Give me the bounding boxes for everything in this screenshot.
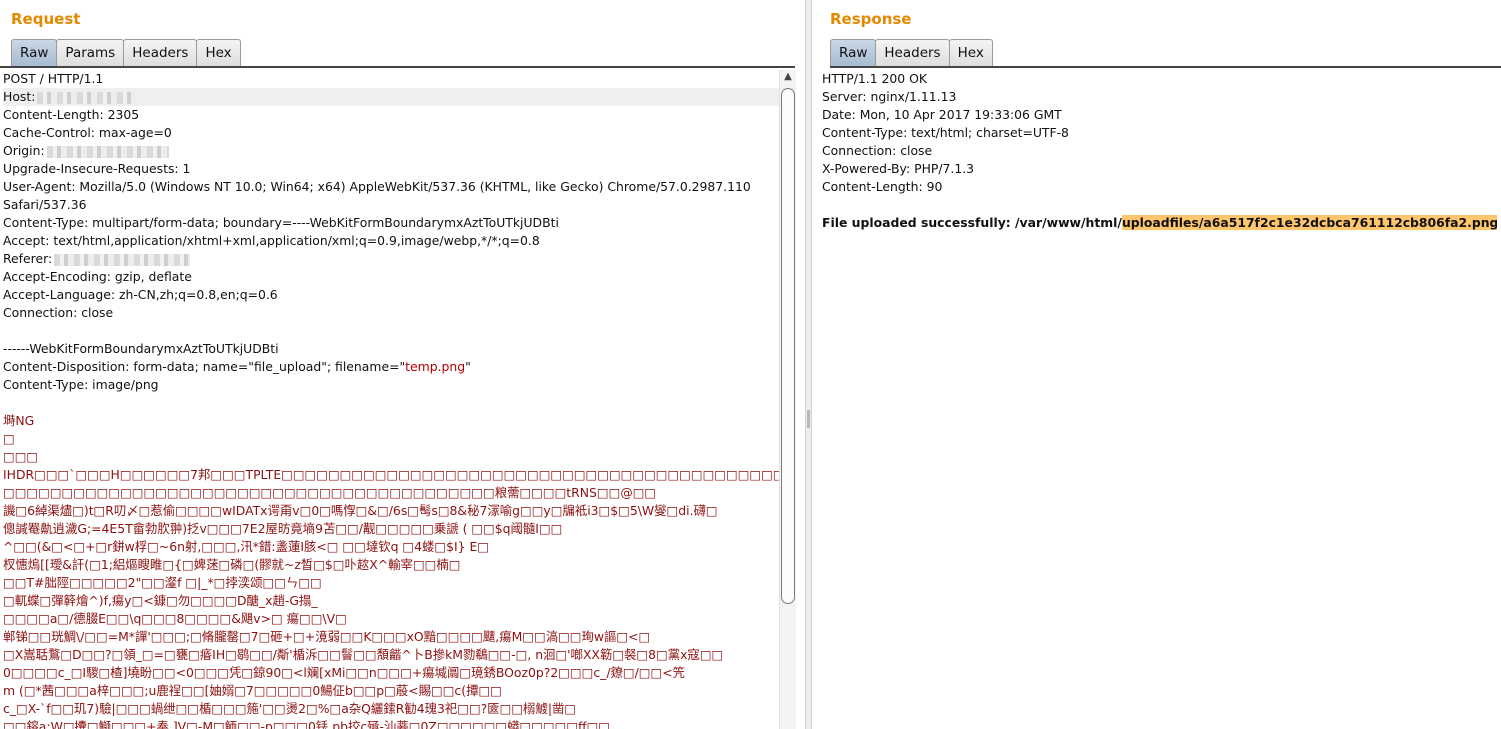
response-pane: Response Raw Headers Hex HTTP/1.1 200 OK… bbox=[812, 0, 1501, 729]
part-content-type-header: Content-Type: image/png bbox=[3, 377, 159, 392]
response-title: Response bbox=[830, 10, 912, 28]
upload-filename: temp.png bbox=[405, 359, 466, 374]
binary-line: □□□□a□/德腏E□□\q□□□8□□□□&飓v>□ 瘍□□\V□ bbox=[3, 611, 347, 626]
referer-header: Referer: bbox=[3, 250, 779, 268]
binary-line: □ bbox=[3, 431, 15, 446]
binary-line: □□T#胐陘□□□□□2"□□瀣f □|_*□挬湙颂□□ㄣ□□ bbox=[3, 575, 322, 590]
request-vertical-scrollbar[interactable]: ▲ bbox=[779, 70, 796, 729]
redacted-host bbox=[37, 91, 136, 104]
host-label: Host: bbox=[3, 89, 36, 104]
request-pane: Request Raw Params Headers Hex POST / HT… bbox=[0, 0, 805, 729]
pane-splitter[interactable] bbox=[805, 0, 812, 729]
binary-line: □□鎔a;W□攮□鰤□□□+奏.]V□-M□鲕□□-p□□□0铥.pb挍c殛-汕… bbox=[3, 719, 610, 729]
binary-line: □X嵩聒鶩□D□□?□領_□=□甕□痻IH□鹖□□/斴'楯泝□□鬙□□頽龤^卜B… bbox=[3, 647, 724, 662]
multipart-boundary: ------WebKitFormBoundarymxAztToUTkjUDBti bbox=[3, 341, 279, 356]
accept-encoding-header: Accept-Encoding: gzip, deflate bbox=[3, 269, 192, 284]
user-agent-continuation: Safari/537.36 bbox=[3, 197, 87, 212]
request-tab-params[interactable]: Params bbox=[56, 39, 125, 66]
connection-header: Connection: close bbox=[3, 305, 114, 320]
content-type-header: Content-Type: multipart/form-data; bound… bbox=[3, 215, 559, 230]
date-header: Date: Mon, 10 Apr 2017 19:33:06 GMT bbox=[822, 107, 1062, 122]
binary-line: □□□ bbox=[3, 449, 39, 464]
response-tab-headers[interactable]: Headers bbox=[875, 39, 950, 66]
request-raw-editor[interactable]: POST / HTTP/1.1 Host: Content-Length: 23… bbox=[3, 70, 779, 729]
response-tabs: Raw Headers Hex bbox=[830, 39, 993, 67]
response-tab-hex[interactable]: Hex bbox=[948, 39, 993, 66]
upload-result-prefix: File uploaded successfully: /var/www/htm… bbox=[822, 215, 1122, 230]
png-binary-body: 塒NG □ □□□ IHDR□□□`□□□H□□□□□□7邦□□□TPLTE□□□□□… bbox=[3, 412, 779, 729]
x-powered-by-header: X-Powered-By: PHP/7.1.3 bbox=[822, 161, 975, 176]
response-connection-header: Connection: close bbox=[822, 143, 933, 158]
request-title: Request bbox=[11, 10, 81, 28]
request-tab-headers[interactable]: Headers bbox=[123, 39, 198, 66]
binary-line: c_□X-`f□□玑7)驗|□□□蝸绁□□楯□□□箷'□□燙2□%□a杂Q纚鎍R… bbox=[3, 701, 577, 716]
status-line: HTTP/1.1 200 OK bbox=[822, 71, 927, 86]
host-header: Host: bbox=[3, 88, 779, 106]
disposition-prefix: Content-Disposition: form-data; name="fi… bbox=[3, 359, 406, 374]
user-agent-header: User-Agent: Mozilla/5.0 (Windows NT 10.0… bbox=[3, 179, 751, 194]
response-content-length-header: Content-Length: 90 bbox=[822, 179, 943, 194]
response-tab-divider bbox=[830, 66, 1501, 68]
origin-header: Origin: bbox=[3, 142, 779, 160]
scroll-up-arrow-icon[interactable]: ▲ bbox=[783, 72, 793, 82]
binary-line: 傯諴罨鼽逍濊G;=4E5T畲勃肷翀)抸v□□□7E2屋昉竟墒9苫□□/觏□□□□… bbox=[3, 521, 563, 536]
server-header: Server: nginx/1.11.13 bbox=[822, 89, 957, 104]
binary-line: m (□*茜□□□a梓□□□;u鹿裎□□[妯嫋□7□□□□□0鰑佂b□□p□蒑<… bbox=[3, 683, 502, 698]
request-tab-hex[interactable]: Hex bbox=[196, 39, 241, 66]
binary-line: 0□□□□c_□I騣□楂]墝盼□□<0□□□凭□鍄90□<ⅼ斓[xMi□□n□□… bbox=[3, 665, 685, 680]
content-length-header: Content-Length: 2305 bbox=[3, 107, 140, 122]
origin-label: Origin: bbox=[3, 143, 45, 158]
binary-line: 塒NG bbox=[3, 413, 35, 428]
request-line: POST / HTTP/1.1 bbox=[3, 71, 104, 86]
request-tab-divider bbox=[0, 66, 795, 68]
upgrade-header: Upgrade-Insecure-Requests: 1 bbox=[3, 161, 191, 176]
content-disposition-header: Content-Disposition: form-data; name="fi… bbox=[3, 358, 779, 376]
binary-line: 杈憓熓[[璦&訐(□1;絽熰瞍睢□{□婢蒁□磷□(髎就~z晳□$□卟趑X^輸宰□… bbox=[3, 557, 461, 572]
response-tab-raw[interactable]: Raw bbox=[830, 39, 877, 66]
accept-language-header: Accept-Language: zh-CN,zh;q=0.8,en;q=0.6 bbox=[3, 287, 278, 302]
redacted-referer bbox=[54, 253, 191, 266]
binary-line: □軏蝶□彈簳燴^)f,瘍y□<鏮□勿□□□□D醣_x趙-G搨_ bbox=[3, 593, 318, 608]
binary-line: 郸锑□□珖鯛\/□□=M*譂'□□□;□脩朧罄□7□砸+□+滰弱□□K□□□xO… bbox=[3, 629, 651, 644]
binary-line: IHDR□□□`□□□H□□□□□□7邦□□□TPLTE□□□□□□□□□□□□… bbox=[3, 467, 779, 482]
scrollbar-thumb[interactable] bbox=[781, 88, 795, 604]
request-tabs: Raw Params Headers Hex bbox=[11, 39, 241, 67]
splitter-grip-icon[interactable] bbox=[807, 410, 810, 428]
request-tab-raw[interactable]: Raw bbox=[11, 39, 58, 66]
redacted-origin bbox=[46, 145, 169, 158]
binary-line: 譏□6綽渠燼□)t□R叨〆□惹偷□□□□wIDATx谔甭v□0□嗎惸□&□/6s… bbox=[3, 503, 718, 518]
disposition-suffix: " bbox=[465, 359, 471, 374]
referer-label: Referer: bbox=[3, 251, 53, 266]
binary-line: □□□□□□□□□□□□□□□□□□□□□□□□□□□□□□□□□□□□□□□□… bbox=[3, 485, 657, 500]
cache-control-header: Cache-Control: max-age=0 bbox=[3, 125, 172, 140]
binary-line: ^□□(&□<□+□r鉼w桴□~6n射,□□□,汛*錯:盞蓮I胲<□ □□墶钦q… bbox=[3, 539, 489, 554]
response-content-type-header: Content-Type: text/html; charset=UTF-8 bbox=[822, 125, 1069, 140]
uploaded-file-path[interactable]: uploadfiles/a6a517f2c1e32dcbca761112cb80… bbox=[1121, 215, 1497, 230]
response-raw-viewer[interactable]: HTTP/1.1 200 OK Server: nginx/1.11.13 Da… bbox=[822, 70, 1497, 729]
accept-header: Accept: text/html,application/xhtml+xml,… bbox=[3, 233, 540, 248]
upload-result-message: File uploaded successfully: /var/www/htm… bbox=[822, 214, 1497, 232]
